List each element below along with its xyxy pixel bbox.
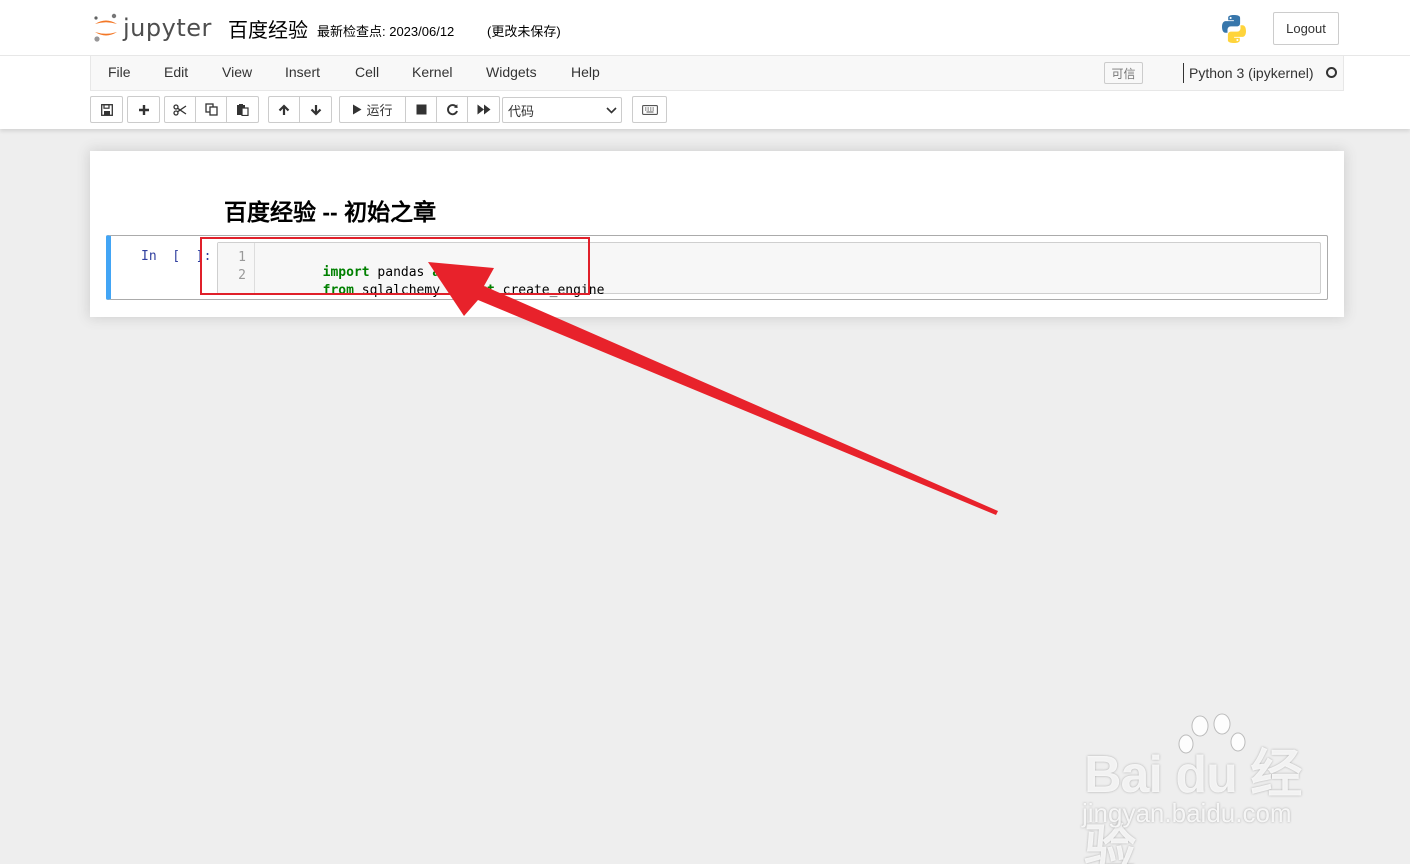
toolbar-group-save xyxy=(90,96,123,123)
kernel-name[interactable]: Python 3 (ipykernel) xyxy=(1189,65,1314,81)
stop-icon xyxy=(416,104,426,115)
toolbar-group-move xyxy=(268,96,332,123)
baidu-watermark: Bai du 经验 jingyan.baidu.com xyxy=(1080,712,1340,864)
kernel-separator xyxy=(1183,63,1184,83)
menu-insert[interactable]: Insert xyxy=(285,64,320,80)
cell-type-value: 代码 xyxy=(508,103,535,119)
jupyter-logo-icon xyxy=(94,13,117,42)
menu-cell[interactable]: Cell xyxy=(355,64,379,80)
markdown-heading[interactable]: 百度经验 -- 初始之章 xyxy=(224,193,436,227)
copy-button[interactable] xyxy=(196,97,227,122)
trusted-indicator[interactable]: 可信 xyxy=(1104,62,1143,84)
plus-icon xyxy=(138,104,149,115)
fast-forward-icon xyxy=(477,104,490,115)
jupyter-logo[interactable]: jupyter xyxy=(93,12,212,44)
run-button[interactable]: 运行 xyxy=(340,97,406,122)
kernel-idle-icon xyxy=(1326,67,1337,78)
keyboard-icon xyxy=(641,104,658,115)
annotation-highlight-box xyxy=(200,237,590,295)
notebook-header: jupyter 百度经验 最新检查点: 2023/06/12 (更改未保存) L… xyxy=(0,0,1410,129)
jupyter-logo-text: jupyter xyxy=(123,14,212,42)
save-button[interactable] xyxy=(91,97,122,122)
toolbar-group-edit xyxy=(164,96,259,123)
python-logo-icon xyxy=(1222,15,1246,43)
restart-button[interactable] xyxy=(437,97,468,122)
cell-type-select[interactable]: 代码 xyxy=(502,97,622,123)
toolbar-group-run: 运行 xyxy=(339,96,500,123)
watermark-url: jingyan.baidu.com xyxy=(1082,798,1292,828)
menu-widgets[interactable]: Widgets xyxy=(486,64,537,80)
notebook-name[interactable]: 百度经验 xyxy=(228,14,308,43)
interrupt-button[interactable] xyxy=(406,97,437,122)
menu-help[interactable]: Help xyxy=(571,64,600,80)
copy-icon xyxy=(204,103,218,116)
cut-button[interactable] xyxy=(165,97,196,122)
checkpoint-status: 最新检查点: 2023/06/12 xyxy=(317,24,455,39)
restart-icon xyxy=(446,104,458,116)
restart-run-all-button[interactable] xyxy=(468,97,499,122)
floppy-icon xyxy=(100,103,113,116)
insert-cell-button[interactable] xyxy=(128,97,159,122)
paste-icon xyxy=(237,104,249,116)
menu-kernel[interactable]: Kernel xyxy=(412,64,452,80)
toolbar: 运行 代码 xyxy=(90,96,670,123)
menubar: File Edit View Insert Cell Kernel Widget… xyxy=(90,56,1344,91)
toolbar-group-insert xyxy=(127,96,160,123)
run-label: 运行 xyxy=(366,103,393,118)
play-icon xyxy=(353,104,362,115)
arrow-down-icon xyxy=(310,104,321,116)
paste-button[interactable] xyxy=(227,97,258,122)
move-up-button[interactable] xyxy=(269,97,300,122)
logout-button[interactable]: Logout xyxy=(1273,12,1339,45)
menu-view[interactable]: View xyxy=(222,64,252,80)
chevron-down-icon xyxy=(606,107,617,114)
command-palette-button[interactable] xyxy=(632,96,667,123)
autosave-status: (更改未保存) xyxy=(487,24,561,39)
menu-file[interactable]: File xyxy=(108,64,131,80)
menu-edit[interactable]: Edit xyxy=(164,64,188,80)
arrow-up-icon xyxy=(278,103,290,115)
move-down-button[interactable] xyxy=(300,97,331,122)
scissors-icon xyxy=(173,103,187,116)
